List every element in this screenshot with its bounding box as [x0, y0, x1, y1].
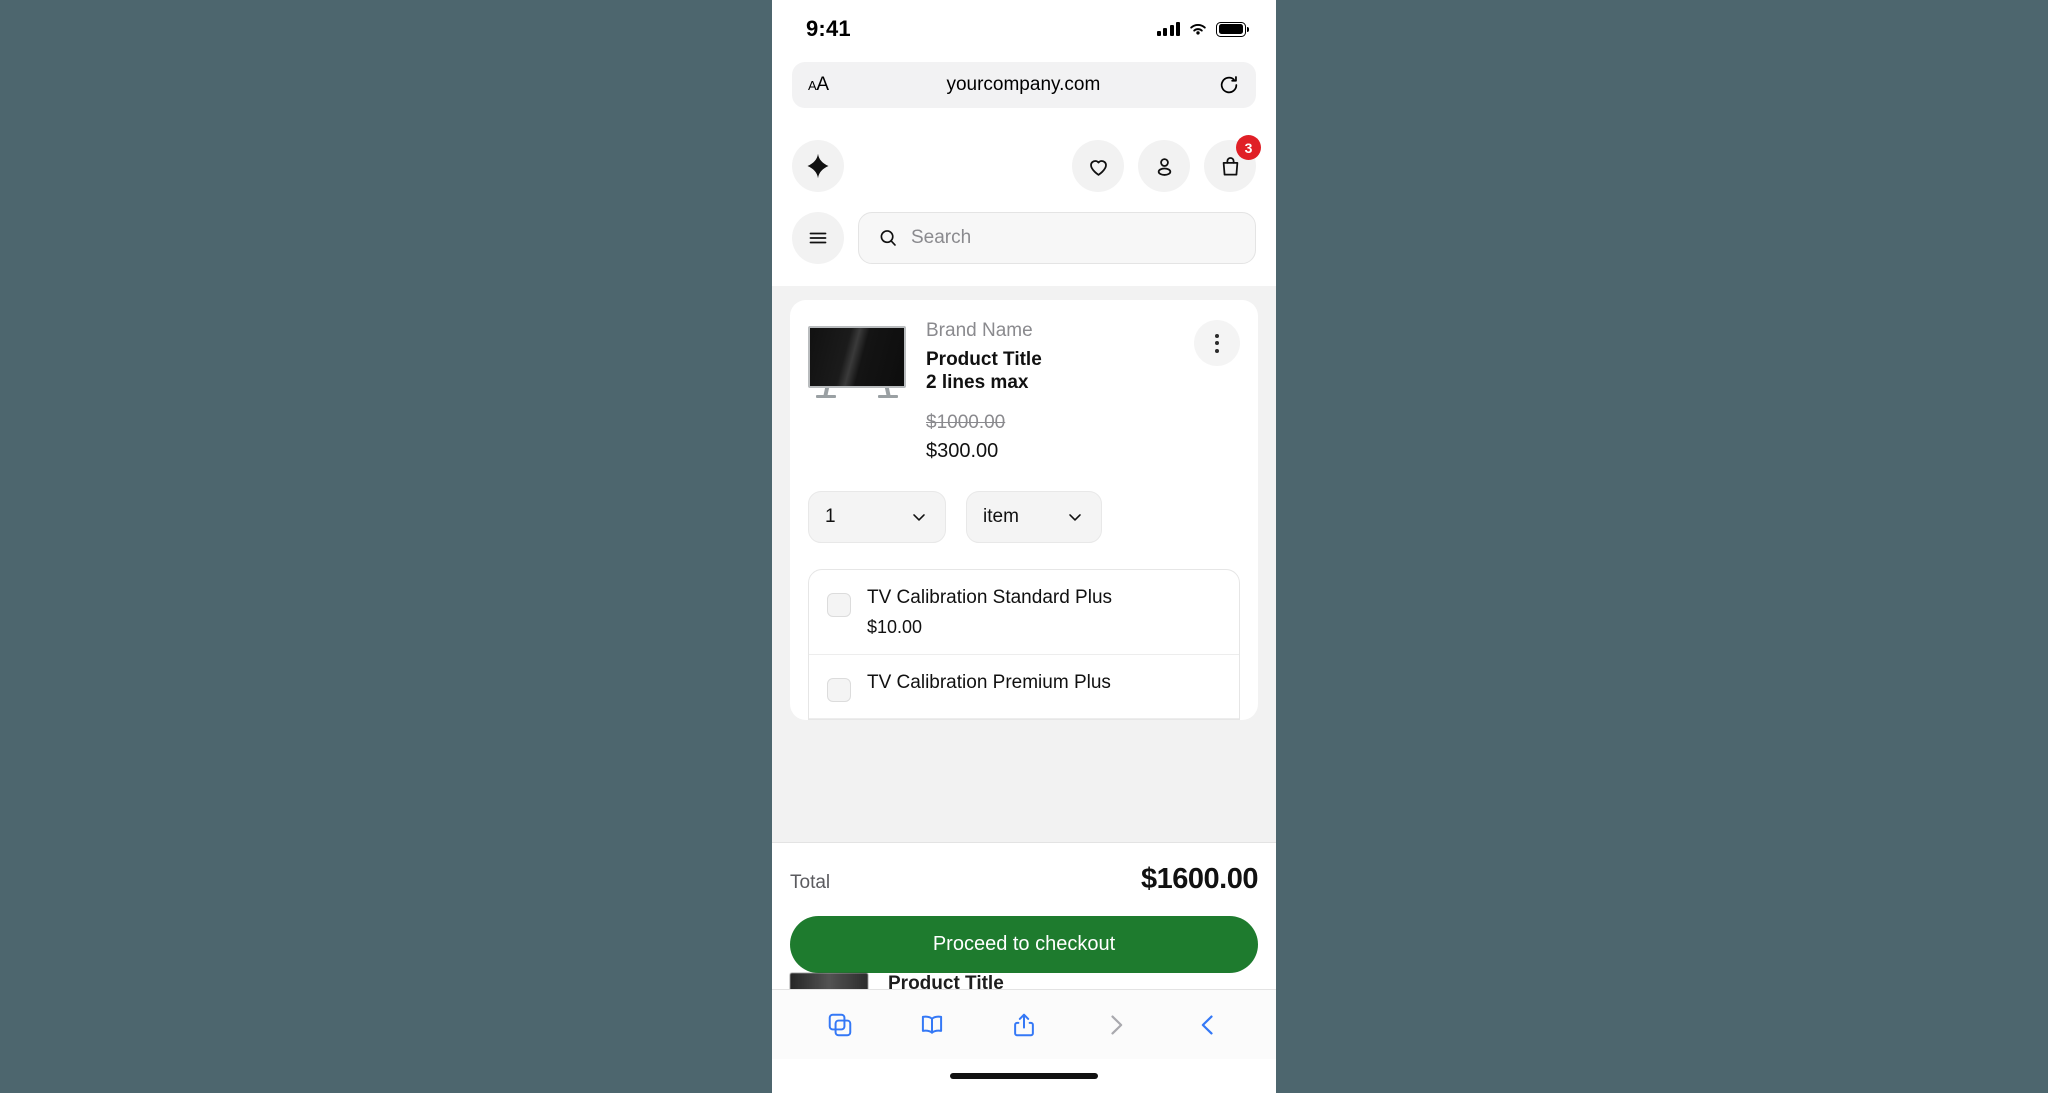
phone-viewport: 9:41 AAAA yourcompany.com: [772, 0, 1276, 1093]
television-image: [808, 326, 906, 398]
addon-options-list: TV Calibration Standard Plus $10.00 TV C…: [808, 569, 1240, 721]
addon-name: TV Calibration Standard Plus: [867, 587, 1113, 609]
chevron-down-icon: [1069, 514, 1081, 522]
sparkle-logo-button[interactable]: [792, 140, 844, 192]
share-icon[interactable]: [1010, 1011, 1038, 1039]
television-image: [790, 973, 868, 989]
url-bar[interactable]: AAAA yourcompany.com: [792, 62, 1256, 108]
cart-button[interactable]: 3: [1204, 135, 1261, 192]
reload-icon[interactable]: [1218, 74, 1240, 96]
person-icon: [1157, 157, 1171, 176]
cellular-signal-icon: [1156, 22, 1180, 36]
site-header: 3 Search: [772, 124, 1276, 286]
total-row: Total $1600.00: [790, 863, 1258, 896]
battery-icon: [1216, 21, 1249, 37]
product-overflow-menu-button[interactable]: [1194, 320, 1240, 366]
product-selectors: 1 item: [808, 491, 1240, 544]
proceed-to-checkout-button[interactable]: Proceed to checkout: [790, 916, 1258, 973]
search-row: Search: [792, 198, 1256, 286]
browser-url-bar-container: AAAA yourcompany.com: [772, 58, 1276, 124]
status-bar: 9:41: [772, 0, 1276, 58]
search-field[interactable]: Search: [858, 212, 1256, 264]
shopping-bag-icon: [1222, 156, 1238, 176]
addon-checkbox[interactable]: [827, 678, 851, 703]
search-icon: [880, 230, 896, 246]
browser-toolbar: [772, 989, 1276, 1059]
product-original-price: $1000.00: [926, 412, 1006, 434]
product-current-price: $300.00: [926, 440, 999, 463]
page-scroll-area[interactable]: Brand Name Product Title 2 lines max $10…: [772, 286, 1276, 989]
chevron-left-icon[interactable]: [1194, 1011, 1222, 1039]
search-placeholder: Search: [911, 227, 972, 248]
status-bar-icons: [1156, 21, 1249, 37]
text-size-button[interactable]: AAAA: [808, 74, 829, 96]
addon-checkbox[interactable]: [827, 593, 851, 618]
total-value: $1600.00: [1141, 863, 1258, 895]
product-title-line2: 2 lines max: [926, 372, 1029, 394]
next-cart-item-preview: Product Title: [790, 973, 1258, 989]
status-bar-clock: 9:41: [806, 16, 851, 41]
unit-select[interactable]: item: [966, 491, 1102, 544]
site-header-row: 3: [792, 134, 1261, 198]
cart-badge: 3: [1236, 135, 1261, 160]
checkout-footer: Total $1600.00 Proceed to checkout Produ…: [772, 843, 1276, 989]
home-indicator: [950, 1073, 1098, 1079]
addon-name: TV Calibration Premium Plus: [867, 672, 1111, 694]
cart-item-card: Brand Name Product Title 2 lines max $10…: [790, 300, 1258, 721]
list-item[interactable]: TV Calibration Standard Plus $10.00: [809, 570, 1239, 656]
quantity-value: 1: [825, 506, 836, 528]
screenshot-stage: 9:41 AAAA yourcompany.com: [0, 0, 2048, 1093]
quantity-select[interactable]: 1: [808, 491, 946, 544]
product-brand: Brand Name: [926, 320, 1033, 341]
hamburger-menu-button[interactable]: [792, 212, 844, 264]
wishlist-button[interactable]: [1072, 140, 1124, 192]
product-title-line1: Product Title: [926, 349, 1042, 370]
next-item-title: Product Title: [888, 973, 1004, 989]
product-info: Brand Name Product Title 2 lines max $10…: [926, 320, 1042, 463]
sparkle-icon: [807, 153, 829, 179]
total-label: Total: [790, 872, 831, 893]
wifi-icon: [1190, 23, 1206, 35]
url-text[interactable]: yourcompany.com: [829, 74, 1218, 96]
product-row: Brand Name Product Title 2 lines max $10…: [808, 320, 1240, 463]
list-item[interactable]: TV Calibration Premium Plus: [809, 655, 1239, 720]
unit-value: item: [983, 506, 1019, 528]
home-indicator-area: [772, 1059, 1276, 1093]
tabs-icon[interactable]: [826, 1011, 854, 1039]
account-button[interactable]: [1138, 140, 1190, 192]
heart-icon: [1089, 159, 1107, 176]
hamburger-menu-icon: [809, 232, 827, 244]
chevron-down-icon: [913, 514, 925, 522]
addon-price: $10.00: [867, 617, 923, 638]
book-icon[interactable]: [918, 1011, 946, 1039]
header-actions: 3: [1072, 135, 1261, 192]
chevron-right-icon: [1111, 1014, 1123, 1035]
